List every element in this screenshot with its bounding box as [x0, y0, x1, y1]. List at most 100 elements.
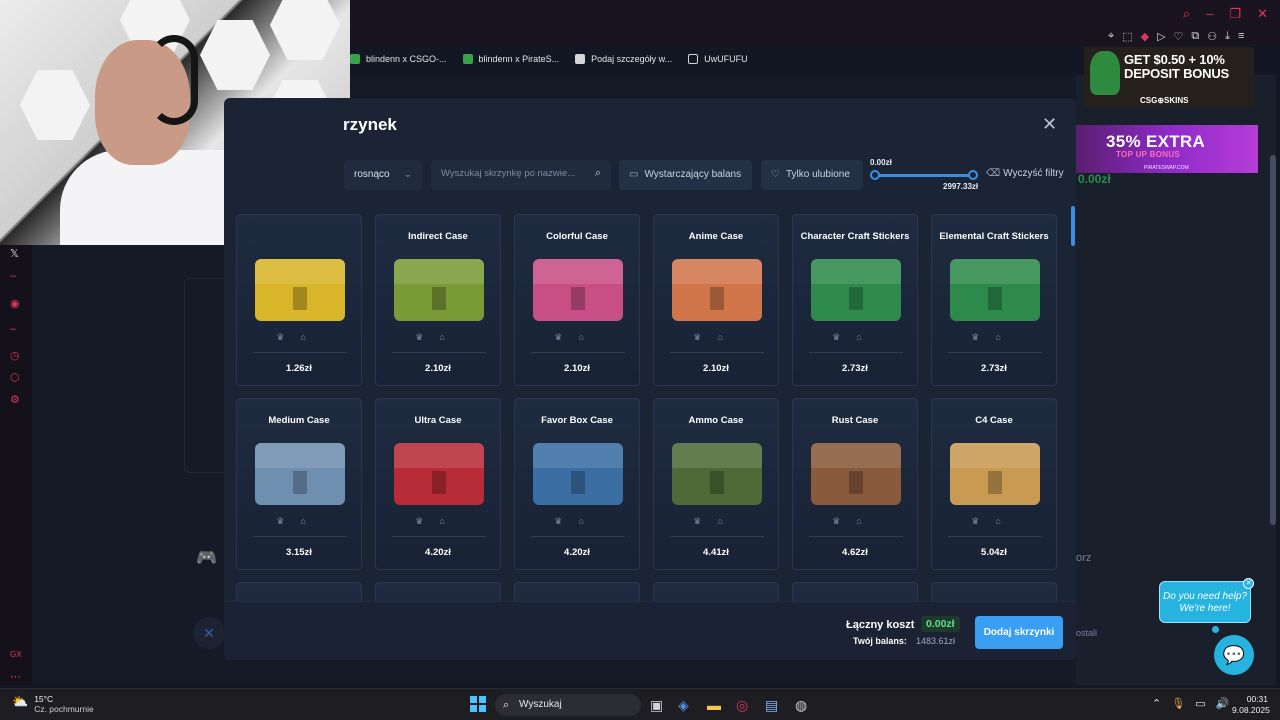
search-icon[interactable]: ⌕	[1183, 6, 1190, 22]
start-button[interactable]	[470, 696, 486, 712]
slider-min-handle[interactable]	[870, 170, 880, 180]
upgrade-icon[interactable]: ⌂	[856, 332, 877, 342]
task-view-icon[interactable]: ▣	[650, 697, 663, 714]
case-action-icons[interactable]: ♛⌂	[793, 332, 917, 343]
case-card[interactable]: C4 Case ♛⌂ 5.04zł	[931, 398, 1057, 570]
case-action-icons[interactable]: ♛⌂	[515, 332, 639, 343]
crown-icon[interactable]: ♛	[415, 516, 439, 526]
crown-icon[interactable]: ♛	[971, 332, 995, 342]
settings-icon[interactable]: ⚙	[10, 393, 20, 406]
clear-filters-button[interactable]: ⌫ Wyczyść filtry	[986, 168, 1064, 179]
upgrade-icon[interactable]: ⌂	[300, 516, 321, 526]
case-card[interactable]: Rust Case ♛⌂ 4.62zł	[792, 398, 918, 570]
upgrade-icon[interactable]: ⌂	[995, 332, 1016, 342]
case-card[interactable]	[792, 582, 918, 601]
page-scrollbar[interactable]	[1270, 155, 1276, 525]
modal-scrollbar[interactable]	[1071, 206, 1075, 246]
price-range-slider[interactable]: 0.00zł 2997.33zł	[870, 158, 980, 192]
clock-icon[interactable]: ◷	[10, 349, 20, 362]
case-card[interactable]: ♛⌂ 1.26zł	[236, 214, 362, 386]
crown-icon[interactable]: ♛	[276, 332, 300, 342]
store-icon[interactable]: ▤	[765, 697, 778, 714]
case-card[interactable]	[375, 582, 501, 601]
case-card[interactable]: Ultra Case ♛⌂ 4.20zł	[375, 398, 501, 570]
case-card[interactable]: Anime Case ♛⌂ 2.10zł	[653, 214, 779, 386]
bookmark-item[interactable]: blindenn x PirateS...	[462, 54, 559, 64]
microphone-icon[interactable]: 🎙	[1171, 697, 1185, 710]
case-action-icons[interactable]: ♛⌂	[515, 516, 639, 527]
crown-icon[interactable]: ♛	[415, 332, 439, 342]
minimize-button[interactable]: –	[1206, 6, 1213, 22]
chevron-up-icon[interactable]: ⌃	[1152, 697, 1161, 710]
close-button[interactable]: ✕	[1257, 6, 1268, 22]
close-icon[interactable]: ✕	[1243, 578, 1254, 589]
case-action-icons[interactable]: ♛⌂	[654, 516, 778, 527]
bookmark-item[interactable]: blindenn x CSGO-...	[350, 54, 447, 64]
x-icon[interactable]: 𝕏	[10, 247, 19, 260]
case-card[interactable]: Favor Box Case ♛⌂ 4.20zł	[514, 398, 640, 570]
case-card[interactable]: Colorful Case ♛⌂ 2.10zł	[514, 214, 640, 386]
opera-gx-icon[interactable]: ◎	[736, 697, 748, 714]
upgrade-icon[interactable]: ⌂	[717, 516, 738, 526]
csgoskins-ad[interactable]: GET $0.50 + 10% DEPOSIT BONUS CSG⊕SKINS	[1084, 47, 1254, 107]
upgrade-icon[interactable]: ⌂	[578, 516, 599, 526]
weather-widget[interactable]: ⛅ 15°C Cz. pochmurnie	[12, 694, 94, 714]
case-card[interactable]: Character Craft Stickers ♛⌂ 2.73zł	[792, 214, 918, 386]
crown-icon[interactable]: ♛	[832, 332, 856, 342]
account-icon[interactable]: ⚇	[1207, 30, 1217, 43]
file-explorer-icon[interactable]: ▬	[707, 697, 721, 713]
player-icon[interactable]: ◉	[10, 297, 20, 310]
bookmark-item[interactable]: Podaj szczegóły w...	[575, 54, 672, 64]
speaker-icon[interactable]: 🔊	[1216, 697, 1230, 710]
case-action-icons[interactable]: ♛⌂	[932, 516, 1056, 527]
case-action-icons[interactable]: ♛⌂	[793, 516, 917, 527]
upgrade-icon[interactable]: ⌂	[717, 332, 738, 342]
favorites-filter[interactable]: ♡ Tylko ulubione	[761, 160, 863, 190]
upgrade-icon[interactable]: ⌂	[578, 332, 599, 342]
extensions-icon[interactable]: ⧉	[1191, 30, 1199, 43]
play-icon[interactable]: ▷	[1157, 30, 1165, 43]
case-action-icons[interactable]: ♛⌂	[376, 516, 500, 527]
bookmark-item[interactable]: UwUFUFU	[688, 54, 748, 64]
screenshot-icon[interactable]: ⬚	[1122, 30, 1132, 43]
help-bubble[interactable]: Do you need help? We're here!	[1159, 581, 1251, 623]
copilot-icon[interactable]: ◈	[678, 697, 689, 714]
close-icon[interactable]: ✕	[1042, 114, 1057, 135]
case-action-icons[interactable]: ♛⌂	[376, 332, 500, 343]
case-action-icons[interactable]: ♛⌂	[237, 516, 361, 527]
case-card[interactable]: Medium Case ♛⌂ 3.15zł	[236, 398, 362, 570]
taskbar-search[interactable]: ⌕ Wyszukaj	[495, 694, 641, 716]
slider-track[interactable]	[875, 174, 973, 177]
crown-icon[interactable]: ♛	[554, 516, 578, 526]
pirateswap-ad[interactable]: 35% EXTRA TOP UP BONUS PIRATESWAP.COM	[1076, 125, 1258, 173]
menu-icon[interactable]: ≡	[1238, 30, 1244, 43]
heart-icon[interactable]: ♡	[1174, 30, 1184, 43]
steam-icon[interactable]: ◍	[795, 697, 807, 714]
case-card[interactable]	[514, 582, 640, 601]
sort-select[interactable]: rosnąco ⌄	[344, 160, 422, 190]
case-card[interactable]	[236, 582, 362, 601]
slider-max-handle[interactable]	[968, 170, 978, 180]
case-action-icons[interactable]: ♛⌂	[237, 332, 361, 343]
search-field[interactable]: ⌕	[431, 160, 611, 190]
upgrade-icon[interactable]: ⌂	[856, 516, 877, 526]
case-action-icons[interactable]: ♛⌂	[932, 332, 1056, 343]
case-action-icons[interactable]: ♛⌂	[654, 332, 778, 343]
sufficient-balance-filter[interactable]: ▭ Wystarczający balans	[619, 160, 752, 190]
case-card[interactable]: Indirect Case ♛⌂ 2.10zł	[375, 214, 501, 386]
crown-icon[interactable]: ♛	[276, 516, 300, 526]
crown-icon[interactable]: ♛	[971, 516, 995, 526]
maximize-button[interactable]: ❐	[1229, 6, 1241, 22]
upgrade-icon[interactable]: ⌂	[439, 516, 460, 526]
search-input[interactable]	[441, 168, 581, 179]
clock[interactable]: 00:31 9.08.2025	[1232, 694, 1270, 716]
upgrade-icon[interactable]: ⌂	[300, 332, 321, 342]
extension-icon[interactable]: ⬡	[10, 371, 20, 384]
chat-button[interactable]: 💬	[1214, 635, 1254, 675]
download-icon[interactable]: ⤓	[1225, 30, 1230, 43]
case-card[interactable]	[653, 582, 779, 601]
crown-icon[interactable]: ♛	[554, 332, 578, 342]
more-icon[interactable]: ⋯	[10, 670, 21, 683]
pocket-icon[interactable]: ◆	[1141, 30, 1149, 43]
crown-icon[interactable]: ♛	[832, 516, 856, 526]
